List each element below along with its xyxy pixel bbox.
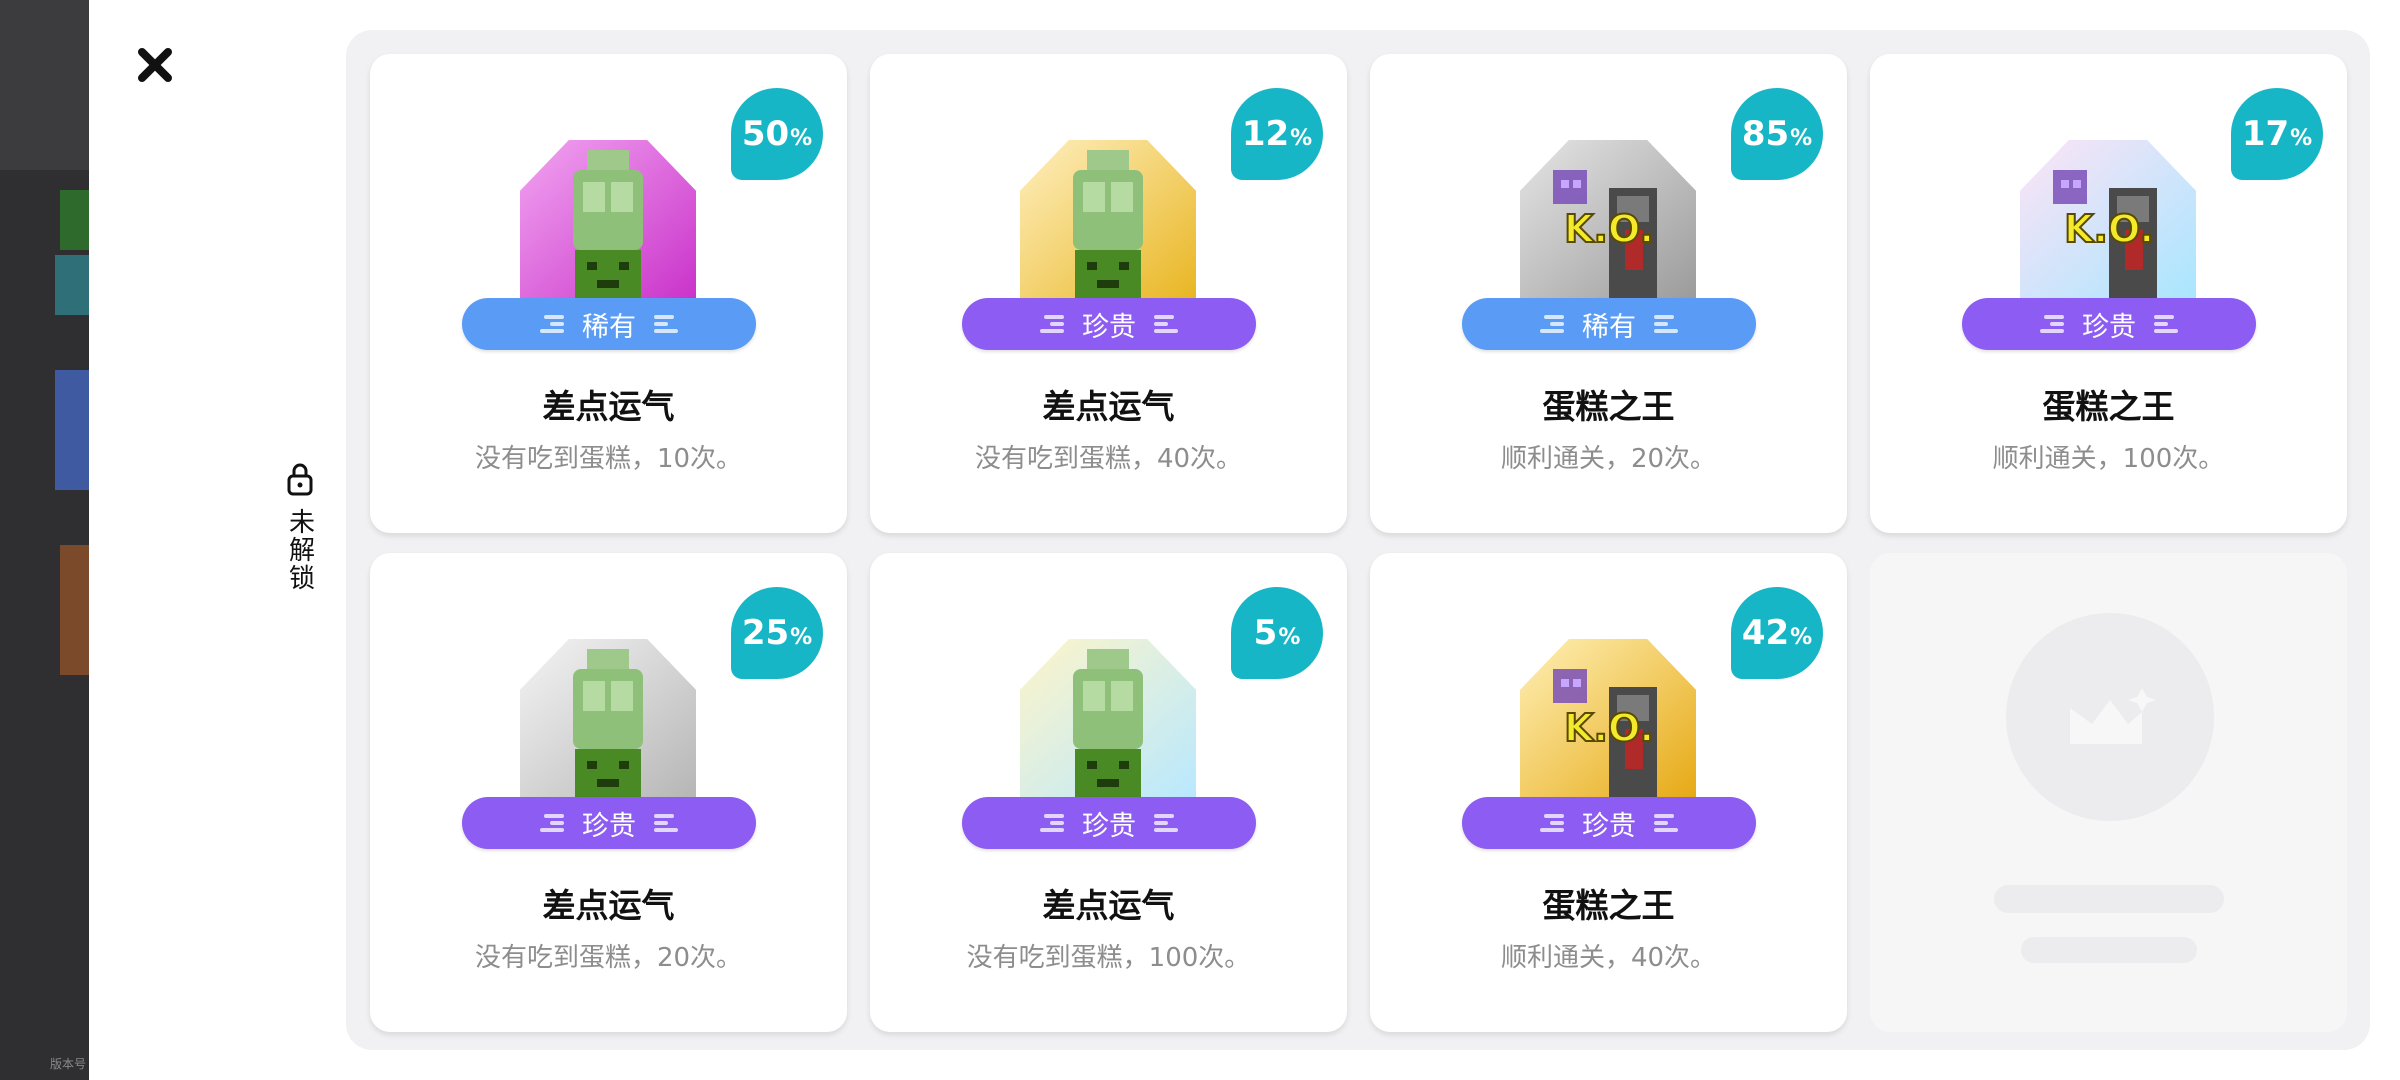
achievement-title: 蛋糕之王 (1542, 387, 1675, 426)
placeholder-badge (2006, 613, 2214, 821)
placeholder-desc-bar (2021, 937, 2197, 963)
percent-bubble: 42% (1731, 587, 1823, 679)
rarity-label: 珍贵 (1082, 311, 1136, 343)
achievement-description: 顺利通关，40次。 (1500, 943, 1717, 973)
achievement-title: 差点运气 (1042, 387, 1175, 426)
background-game-strip: 版本号 (0, 0, 89, 1080)
achievement-grid: 50% 稀有 差点运气 没有吃到蛋糕，10次。 12% 珍贵 差点运气 没有吃到… (370, 54, 2347, 1032)
rarity-ribbon: 珍贵 (962, 797, 1256, 849)
rarity-label: 珍贵 (1082, 810, 1136, 842)
rarity-ribbon: 珍贵 (1962, 298, 2256, 350)
badge-artwork: K.O. (2013, 130, 2203, 302)
rarity-label: 珍贵 (1582, 810, 1636, 842)
badge-artwork (513, 629, 703, 801)
percent-bubble: 5% (1231, 587, 1323, 679)
rarity-ribbon: 稀有 (462, 298, 756, 350)
close-button[interactable] (130, 40, 180, 90)
achievement-title: 差点运气 (542, 886, 675, 925)
achievement-description: 没有吃到蛋糕，100次。 (966, 943, 1251, 973)
placeholder-title-bar (1994, 885, 2224, 913)
rarity-ribbon: 珍贵 (462, 797, 756, 849)
percent-bubble: 17% (2231, 88, 2323, 180)
achievement-card[interactable]: 5% 珍贵 差点运气 没有吃到蛋糕，100次。 (870, 553, 1347, 1032)
rarity-ribbon: 珍贵 (962, 298, 1256, 350)
rarity-label: 珍贵 (2082, 311, 2136, 343)
close-icon (138, 48, 172, 82)
locked-tab-label: 未解锁 (284, 508, 315, 592)
percent-bubble: 50% (731, 88, 823, 180)
achievement-card[interactable]: K.O. 42% 珍贵 蛋糕之王 顺利通关，40次。 (1370, 553, 1847, 1032)
achievement-card[interactable]: 12% 珍贵 差点运气 没有吃到蛋糕，40次。 (870, 54, 1347, 533)
badge-artwork (1013, 629, 1203, 801)
svg-text:K.O.: K.O. (2064, 207, 2154, 251)
achievement-card[interactable]: 50% 稀有 差点运气 没有吃到蛋糕，10次。 (370, 54, 847, 533)
lock-icon (287, 463, 313, 496)
achievement-description: 没有吃到蛋糕，10次。 (474, 444, 743, 474)
locked-filter-tab[interactable]: 未解锁 (272, 462, 328, 592)
achievement-card[interactable]: K.O. 85% 稀有 蛋糕之王 顺利通关，20次。 (1370, 54, 1847, 533)
rarity-label: 珍贵 (582, 810, 636, 842)
achievement-title: 蛋糕之王 (2042, 387, 2175, 426)
badge-artwork (513, 130, 703, 302)
rarity-label: 稀有 (582, 311, 636, 343)
badge-artwork (1013, 130, 1203, 302)
percent-bubble: 25% (731, 587, 823, 679)
empty-achievement-slot (1870, 553, 2347, 1032)
crown-image-icon (2070, 688, 2156, 744)
percent-bubble: 12% (1231, 88, 1323, 180)
achievement-title: 差点运气 (542, 387, 675, 426)
svg-text:K.O.: K.O. (1564, 207, 1654, 251)
percent-bubble: 85% (1731, 88, 1823, 180)
badge-artwork: K.O. (1513, 629, 1703, 801)
achievement-description: 没有吃到蛋糕，20次。 (474, 943, 743, 973)
badge-artwork: K.O. (1513, 130, 1703, 302)
achievement-description: 顺利通关，100次。 (1992, 444, 2225, 474)
achievement-card[interactable]: K.O. 17% 珍贵 蛋糕之王 顺利通关，100次。 (1870, 54, 2347, 533)
version-text: 版本号 (50, 1057, 87, 1071)
rarity-label: 稀有 (1582, 311, 1636, 343)
rarity-ribbon: 稀有 (1462, 298, 1756, 350)
svg-text:K.O.: K.O. (1564, 706, 1654, 750)
achievement-title: 蛋糕之王 (1542, 886, 1675, 925)
achievement-card[interactable]: 25% 珍贵 差点运气 没有吃到蛋糕，20次。 (370, 553, 847, 1032)
achievement-title: 差点运气 (1042, 886, 1175, 925)
achievement-description: 没有吃到蛋糕，40次。 (974, 444, 1243, 474)
rarity-ribbon: 珍贵 (1462, 797, 1756, 849)
achievement-description: 顺利通关，20次。 (1500, 444, 1717, 474)
